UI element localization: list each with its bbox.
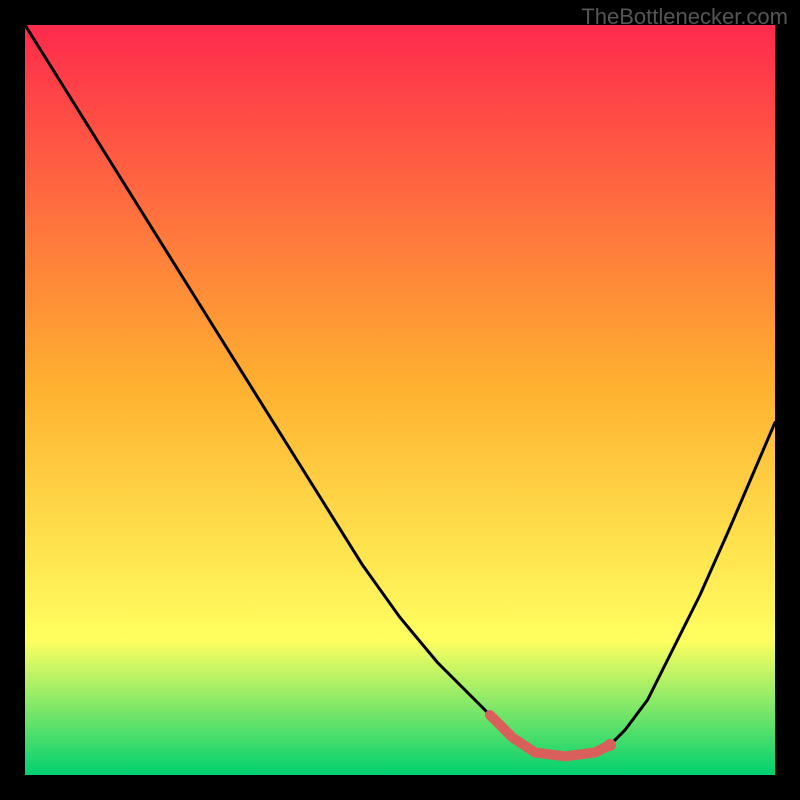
chart-frame [25,25,775,775]
gradient-background [25,25,775,775]
optimal-end-dot [604,739,616,751]
chart-svg [25,25,775,775]
watermark-text: TheBottlenecker.com [581,4,788,30]
